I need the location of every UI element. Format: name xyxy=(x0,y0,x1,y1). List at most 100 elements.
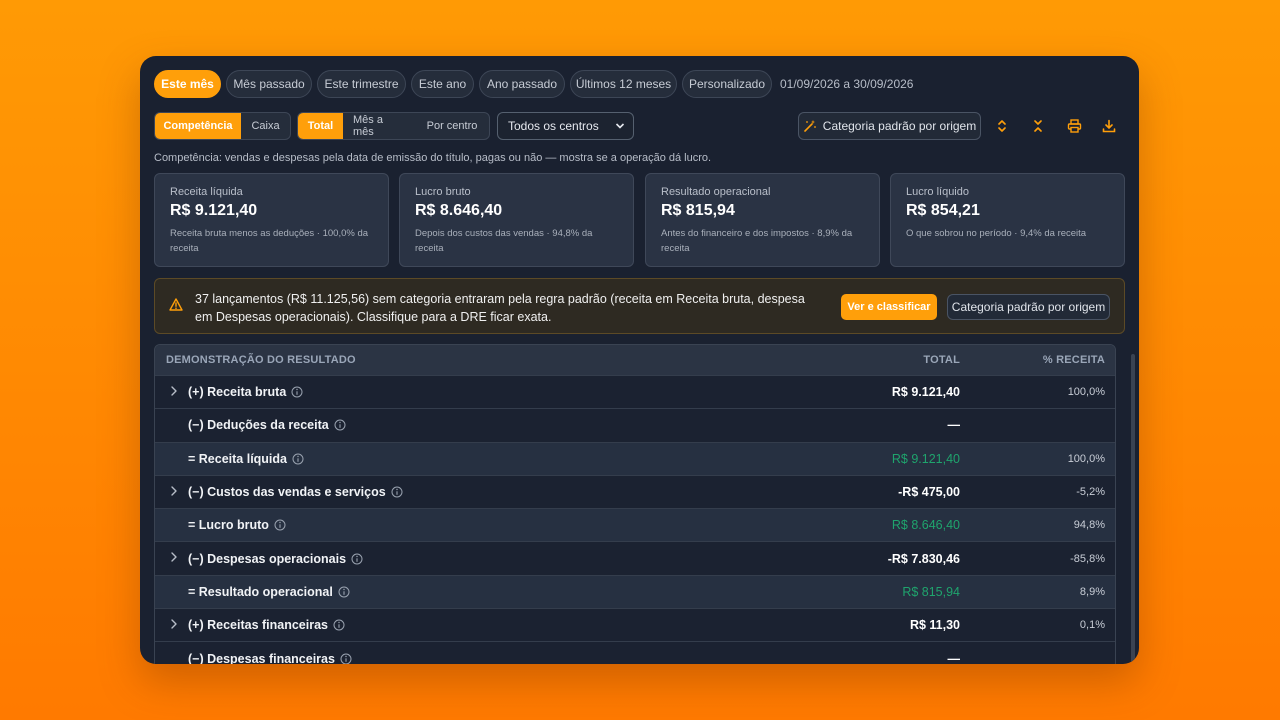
warning-categoria-padrao-button[interactable]: Categoria padrão por origem xyxy=(947,294,1110,320)
row-label: (−) Custos das vendas e serviços xyxy=(188,485,386,500)
card-subtitle: O que sobrou no período · 9,4% da receit… xyxy=(906,228,1087,239)
info-icon[interactable] xyxy=(391,486,403,498)
print-button[interactable] xyxy=(1063,115,1085,137)
period-ultimos-12-meses[interactable]: Últimos 12 meses xyxy=(570,70,677,98)
printer-icon xyxy=(1067,119,1081,133)
download-icon xyxy=(1102,119,1116,133)
row-pct: 100,0% xyxy=(1067,452,1105,465)
card-label: Resultado operacional xyxy=(661,186,771,198)
row-pct: -85,8% xyxy=(1070,552,1105,565)
row-label: = Lucro bruto xyxy=(188,518,269,533)
period-este-mes[interactable]: Este mês xyxy=(154,70,221,98)
card-value: R$ 815,94 xyxy=(661,202,735,219)
card-subtitle: Antes do financeiro e dos impostos · 8,9… xyxy=(661,228,853,254)
row-label: = Receita líquida xyxy=(188,451,287,466)
period-personalizado[interactable]: Personalizado xyxy=(682,70,772,98)
info-icon[interactable] xyxy=(333,619,345,631)
warning-icon xyxy=(169,298,183,311)
magic-wand-icon xyxy=(803,120,816,132)
table-row: = Lucro bruto R$ 8.646,40 94,8% xyxy=(155,508,1115,542)
card-value: R$ 8.646,40 xyxy=(415,202,503,219)
period-este-trimestre[interactable]: Este trimestre xyxy=(317,70,406,98)
row-name: = Resultado operacional xyxy=(188,585,350,599)
chevrons-up-down-icon xyxy=(998,120,1006,132)
view-total[interactable]: Total xyxy=(298,113,343,139)
info-icon[interactable] xyxy=(334,419,346,431)
row-pct: -5,2% xyxy=(1076,486,1105,499)
card-label: Lucro bruto xyxy=(415,186,471,198)
row-label: (−) Despesas financeiras xyxy=(188,651,335,664)
basis-note: Competência: vendas e despesas pela data… xyxy=(154,152,712,164)
row-pct: 8,9% xyxy=(1079,585,1105,598)
card-value: R$ 9.121,40 xyxy=(170,202,258,219)
period-mes-passado[interactable]: Mês passado xyxy=(226,70,312,98)
chevron-down-icon xyxy=(615,123,625,129)
dre-window: Este mês Mês passado Este trimestre Este… xyxy=(140,56,1139,664)
row-total: R$ 8.646,40 xyxy=(891,518,960,533)
card-label: Lucro líquido xyxy=(906,186,969,198)
period-ano-passado[interactable]: Ano passado xyxy=(479,70,565,98)
ver-classificar-button[interactable]: Ver e classificar xyxy=(841,294,937,320)
view-mes-a-mes[interactable]: Mês a mês xyxy=(343,113,415,139)
card-subtitle: Receita bruta menos as deduções · 100,0%… xyxy=(170,228,369,254)
table-header: DEMONSTRAÇÃO DO RESULTADO TOTAL % RECEIT… xyxy=(155,345,1115,375)
row-pct: 100,0% xyxy=(1067,386,1105,399)
row-total: R$ 9.121,40 xyxy=(891,385,960,400)
row-name: (−) Despesas financeiras xyxy=(188,652,352,664)
card-subtitle: Depois dos custos das vendas · 94,8% da … xyxy=(415,228,593,254)
header-name: DEMONSTRAÇÃO DO RESULTADO xyxy=(166,354,356,366)
categoria-padrao-label: Categoria padrão por origem xyxy=(822,119,977,133)
card-lucro-bruto: Lucro bruto R$ 8.646,40 Depois dos custo… xyxy=(399,173,634,267)
table-row[interactable]: (−) Custos das vendas e serviços -R$ 475,… xyxy=(155,474,1115,508)
expand-all-button[interactable] xyxy=(991,115,1013,137)
row-total: — xyxy=(947,651,961,664)
info-icon[interactable] xyxy=(351,553,363,565)
chevrons-down-up-icon xyxy=(1034,120,1042,132)
card-value: R$ 854,21 xyxy=(906,202,980,219)
row-label: (+) Receitas financeiras xyxy=(188,618,328,633)
table-row: (−) Despesas financeiras — xyxy=(155,641,1115,664)
basis-toggle: Competência Caixa xyxy=(154,112,291,140)
row-name: = Lucro bruto xyxy=(188,518,286,532)
basis-caixa[interactable]: Caixa xyxy=(241,113,290,139)
uncategorized-warning: 37 lançamentos (R$ 11.125,56) sem catego… xyxy=(154,278,1125,334)
categoria-padrao-button[interactable]: Categoria padrão por origem xyxy=(798,112,981,140)
collapse-all-button[interactable] xyxy=(1027,115,1049,137)
table-row[interactable]: (+) Receita bruta R$ 9.121,40 100,0% xyxy=(155,375,1115,408)
chevron-right-icon[interactable] xyxy=(169,485,179,497)
info-icon[interactable] xyxy=(292,453,304,465)
chevron-right-icon[interactable] xyxy=(169,618,179,630)
table-row: (−) Deduções da receita — xyxy=(155,408,1115,441)
basis-competencia[interactable]: Competência xyxy=(155,113,241,139)
info-icon[interactable] xyxy=(338,586,350,598)
chevron-right-icon[interactable] xyxy=(169,551,179,563)
card-lucro-liquido: Lucro líquido R$ 854,21 O que sobrou no … xyxy=(890,173,1125,267)
row-total: -R$ 7.830,46 xyxy=(887,551,960,566)
row-pct: 0,1% xyxy=(1079,619,1105,632)
info-icon[interactable] xyxy=(274,519,286,531)
scrollbar[interactable] xyxy=(1131,354,1135,664)
download-button[interactable] xyxy=(1098,115,1120,137)
card-receita-liquida: Receita líquida R$ 9.121,40 Receita brut… xyxy=(154,173,389,267)
view-toggle: Total Mês a mês Por centro xyxy=(297,112,490,140)
info-icon[interactable] xyxy=(340,653,352,664)
row-label: = Resultado operacional xyxy=(188,584,333,599)
warning-text: 37 lançamentos (R$ 11.125,56) sem catego… xyxy=(195,292,805,324)
row-name: (−) Custos das vendas e serviços xyxy=(188,485,403,499)
row-name: (+) Receitas financeiras xyxy=(188,618,345,632)
row-pct: 94,8% xyxy=(1073,519,1105,532)
header-total: TOTAL xyxy=(923,354,960,366)
row-name: (+) Receita bruta xyxy=(188,385,303,399)
info-icon[interactable] xyxy=(291,386,303,398)
view-por-centro[interactable]: Por centro xyxy=(415,113,489,139)
centro-select-value: Todos os centros xyxy=(508,119,599,133)
card-label: Receita líquida xyxy=(170,186,243,198)
row-label: (−) Deduções da receita xyxy=(188,418,329,433)
row-name: (−) Deduções da receita xyxy=(188,418,346,432)
centro-select[interactable]: Todos os centros xyxy=(497,112,634,140)
table-row[interactable]: (−) Despesas operacionais -R$ 7.830,46 -85… xyxy=(155,541,1115,574)
chevron-right-icon[interactable] xyxy=(169,385,179,397)
table-row[interactable]: (+) Receitas financeiras R$ 11,30 0,1% xyxy=(155,608,1115,641)
period-este-ano[interactable]: Este ano xyxy=(411,70,474,98)
header-pct: % RECEITA xyxy=(1042,354,1105,366)
